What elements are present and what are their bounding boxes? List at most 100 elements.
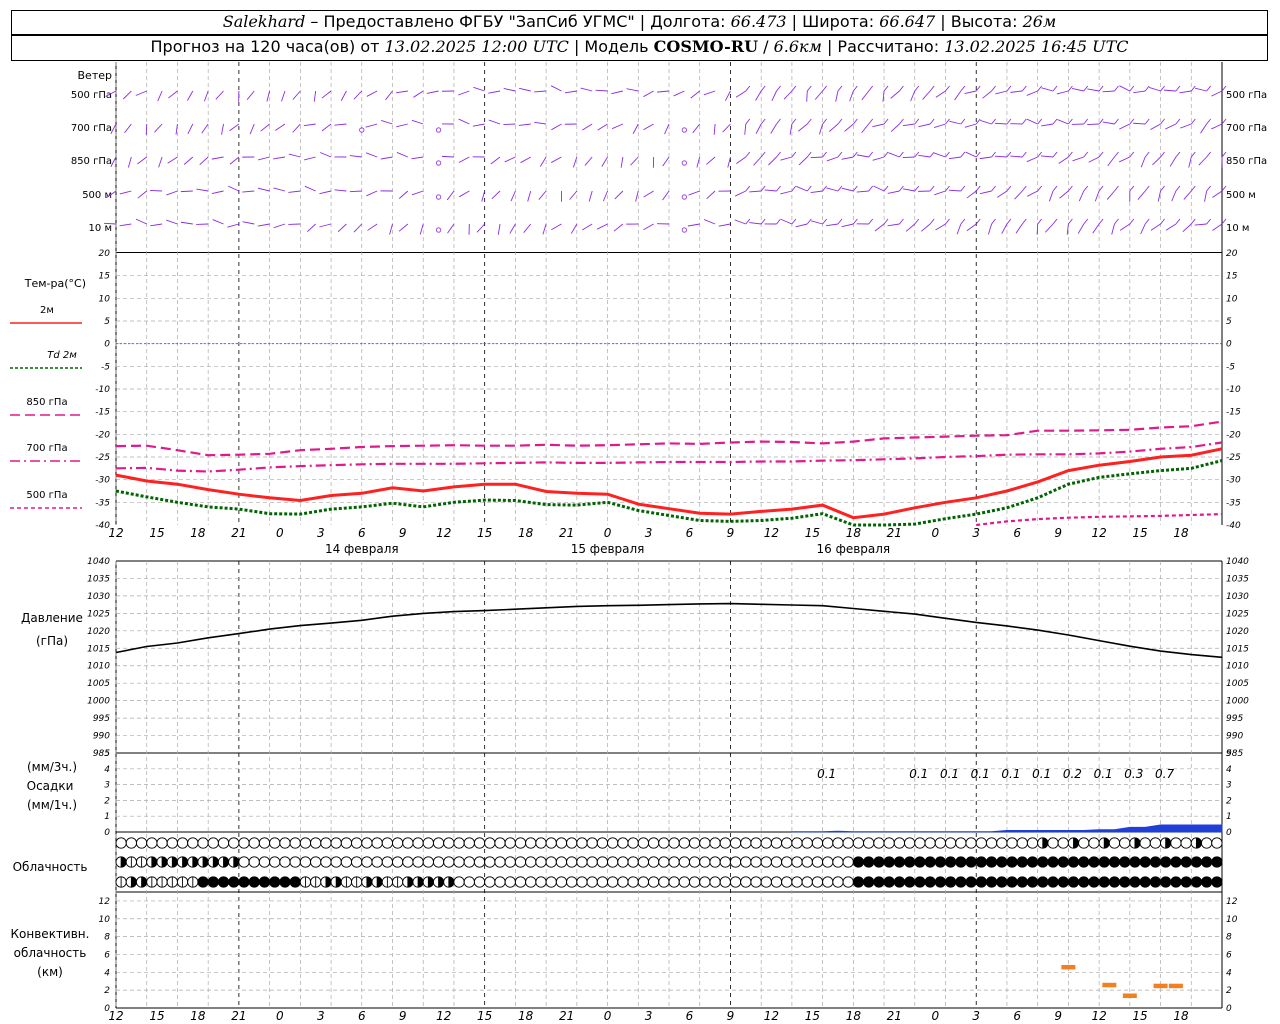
wind-barb-feather: [822, 218, 827, 225]
hour-label-bottom: 0: [604, 1009, 612, 1023]
cloud-cover-symbol: [566, 856, 578, 868]
cloud-cover-symbol: [1026, 856, 1039, 868]
cloud-cover-symbol: [494, 856, 506, 868]
cloud-cover-symbol: [258, 876, 271, 888]
cloud-cover-symbol: [729, 876, 742, 888]
cloud-cover-symbol: [473, 856, 486, 868]
cloud-cover-symbol: [381, 837, 394, 849]
hour-label-mid: 12: [764, 526, 779, 540]
precip-label: 0.1: [940, 767, 959, 781]
cloud-cover-symbol: [504, 856, 516, 868]
wind-barb: [488, 90, 501, 94]
cloud-cover-symbol: [125, 876, 138, 888]
conv-cloud-bar: [1168, 983, 1183, 989]
cloud-cover-symbol: [269, 837, 281, 849]
wind-barb: [810, 156, 823, 159]
cloud-cover-symbol: [197, 876, 209, 888]
hour-label-bottom: 15: [477, 1009, 492, 1023]
hour-label-mid: 9: [399, 526, 407, 540]
wind-barb: [780, 156, 793, 161]
wind-level-label-right: 10 м: [1226, 223, 1249, 234]
wind-barb-feather: [776, 185, 781, 192]
precip-tick-right: 3: [1226, 781, 1232, 791]
hour-label-bottom: 18: [518, 1009, 534, 1023]
day-label: 16 февраля: [816, 542, 890, 556]
wind-barb: [119, 223, 132, 227]
wind-barb: [580, 87, 593, 92]
wind-barb: [979, 190, 992, 195]
wind-barb: [755, 123, 762, 134]
wind-barb-feather: [883, 151, 889, 158]
wind-barb: [518, 123, 531, 126]
wind-barb: [703, 219, 716, 225]
cloud-cover-symbol: [955, 837, 967, 849]
wind-barb-feather: [1006, 85, 1012, 92]
pressure-tick-right: 1005: [1226, 679, 1249, 689]
wind-barb: [349, 155, 362, 158]
wind-barb: [1149, 87, 1161, 92]
cloud-cover-symbol: [1047, 876, 1059, 888]
temp-tick-left: -10: [95, 385, 110, 395]
conv-tick-right: 6: [1226, 950, 1232, 960]
hour-label-mid: 6: [358, 526, 366, 540]
temp-tick-right: -20: [1226, 430, 1241, 440]
wind-barb-feather: [1052, 85, 1058, 92]
temp-tick-right: 10: [1226, 294, 1238, 304]
cloud-cover-symbol: [1016, 856, 1028, 868]
pressure-tick-left: 1020: [87, 627, 110, 637]
wind-barb: [829, 123, 839, 132]
cloud-cover-symbol: [535, 837, 547, 849]
hour-label-mid: 6: [686, 526, 694, 540]
wind-barb: [948, 156, 961, 160]
wind-barb: [1027, 190, 1038, 197]
cloud-cover-symbol: [1211, 876, 1223, 888]
wind-barb: [1102, 90, 1115, 93]
wind-barb: [1182, 223, 1192, 232]
cloud-cover-symbol: [1149, 876, 1162, 888]
wind-barb: [1150, 223, 1161, 231]
wind-barb: [856, 190, 869, 193]
cloud-cover-symbol: [330, 856, 342, 868]
wind-barb: [735, 90, 747, 98]
wind-barb-feather: [1114, 185, 1119, 192]
wind-barb-feather: [745, 218, 751, 225]
cloud-cover-symbol: [146, 837, 158, 849]
wind-barb: [841, 187, 854, 192]
wind-barb: [1041, 123, 1054, 127]
cloud-cover-symbol: [627, 876, 639, 888]
wind-barb: [124, 123, 132, 134]
cloud-cover-symbol: [996, 837, 1008, 849]
wind-calm-mark: [435, 227, 442, 233]
wind-barb-feather: [806, 218, 812, 225]
wind-barb: [872, 156, 885, 161]
cloud-cover-symbol: [340, 856, 353, 868]
cloud-cover-symbol: [504, 837, 516, 849]
cloud-cover-symbol: [1170, 856, 1182, 868]
wind-barb-feather: [1083, 118, 1089, 125]
wind-barb: [411, 156, 424, 160]
wind-barb-feather: [914, 118, 920, 125]
hour-label-bottom: 12: [764, 1009, 779, 1023]
wind-level-label-left: 500 гПа: [71, 90, 112, 101]
cloud-cover-symbol: [944, 876, 957, 888]
wind-barb-feather: [1114, 151, 1119, 158]
cloud-cover-symbol: [781, 876, 793, 888]
wind-barb: [856, 154, 869, 158]
cloud-cover-symbol: [688, 856, 701, 868]
cloud-cover-symbol: [453, 856, 465, 868]
cloud-cover-symbol: [238, 837, 250, 849]
temp-tick-right: 15: [1226, 272, 1238, 282]
wind-barb: [987, 223, 993, 235]
wind-barb-feather: [1206, 85, 1211, 92]
wind-barb: [632, 123, 639, 134]
wind-barb: [321, 123, 332, 132]
temp-tick-left: 15: [99, 272, 111, 282]
cloud-cover-symbol: [207, 837, 219, 849]
cloud-cover-symbol: [1180, 856, 1192, 868]
hour-label-bottom: 21: [231, 1009, 246, 1023]
cloud-cover-symbol: [1170, 837, 1182, 849]
hour-label-mid: 0: [276, 526, 284, 540]
wind-barb-feather: [1160, 151, 1165, 158]
wind-barb: [1058, 156, 1069, 164]
wind-barb: [1026, 156, 1038, 163]
